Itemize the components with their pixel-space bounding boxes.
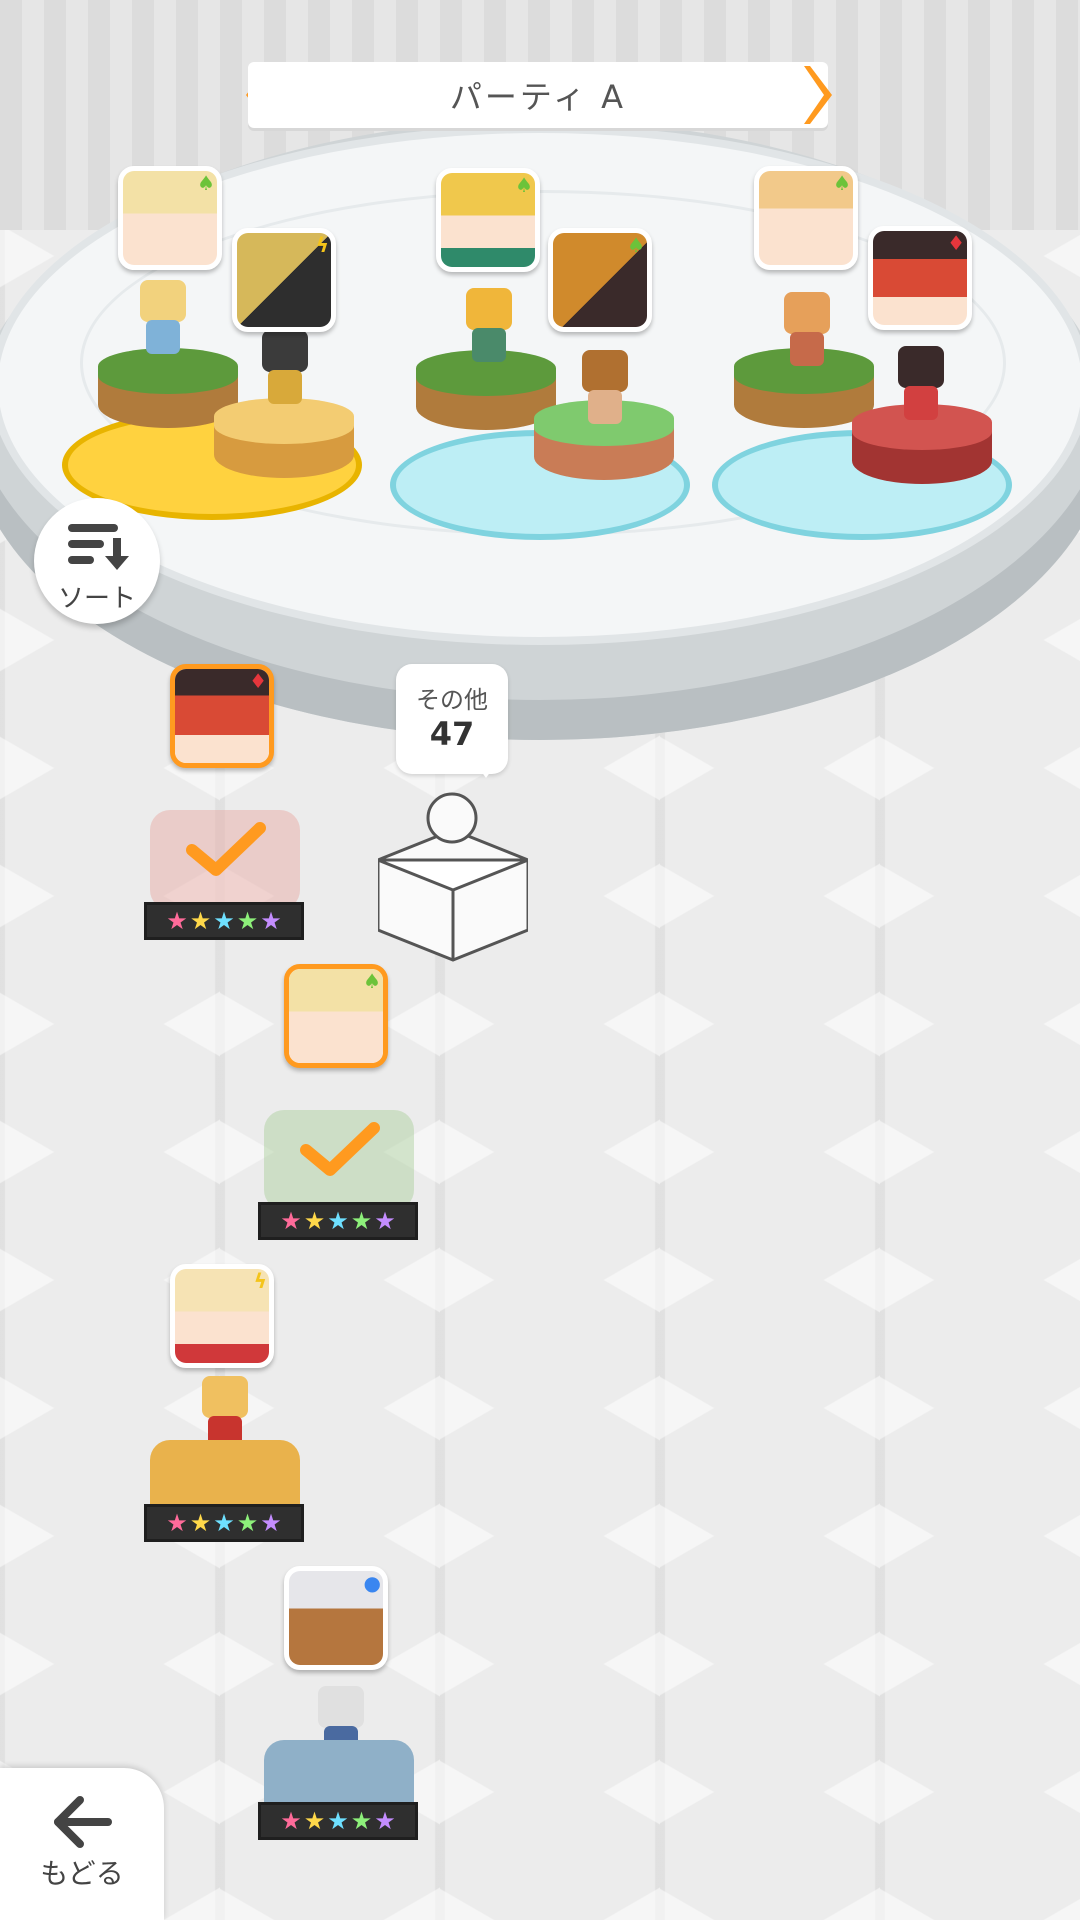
wind-element-icon: ♠ <box>197 171 215 195</box>
wind-element-icon: ♠ <box>515 173 533 197</box>
empty-character-slot[interactable] <box>378 790 528 970</box>
sort-icon <box>68 524 129 570</box>
party-slot-3-sprite-b[interactable] <box>886 346 956 426</box>
back-label: もどる <box>40 1857 124 1890</box>
roster-2-portrait[interactable]: ♠ <box>284 964 388 1068</box>
roster-1-tile[interactable] <box>150 790 300 910</box>
roster-3-stars: ★ ★ ★ ★ ★ <box>144 1504 304 1542</box>
water-element-icon: ● <box>363 1571 381 1595</box>
fire-element-icon: ♦ <box>249 669 267 693</box>
back-arrow-icon <box>54 1796 112 1848</box>
party-title: パーティ A <box>449 78 627 116</box>
others-count: 47 <box>429 715 475 753</box>
thunder-element-icon: ϟ <box>315 233 329 257</box>
check-icon <box>186 822 266 876</box>
others-label: その他 <box>416 686 488 714</box>
roster-1-stars: ★ ★ ★ ★ ★ <box>144 902 304 940</box>
party-slot-1-portrait-b[interactable]: ϟ <box>232 228 336 332</box>
roster-4-portrait[interactable]: ● <box>284 1566 388 1670</box>
roster-4-stars: ★ ★ ★ ★ ★ <box>258 1802 418 1840</box>
party-slot-2-portrait-b[interactable]: ♠ <box>548 228 652 332</box>
party-slot-3-portrait-a[interactable]: ♠ <box>754 166 858 270</box>
roster-1-portrait[interactable]: ♦ <box>170 664 274 768</box>
party-selector[interactable]: パーティ A <box>248 62 828 128</box>
wind-element-icon: ♠ <box>833 171 851 195</box>
roster-3-portrait[interactable]: ϟ <box>170 1264 274 1368</box>
party-slot-1-portrait-a[interactable]: ♠ <box>118 166 222 270</box>
sort-label: ソート <box>57 584 136 614</box>
fire-element-icon: ♦ <box>947 231 965 255</box>
party-slot-1-block-front <box>214 398 354 478</box>
roster-2-stars: ★ ★ ★ ★ ★ <box>258 1202 418 1240</box>
party-slot-2-sprite-a[interactable] <box>454 288 524 368</box>
roster-2-tile[interactable] <box>264 1090 414 1210</box>
party-slot-1-sprite-a[interactable] <box>128 280 198 360</box>
party-slot-2-portrait-a[interactable]: ♠ <box>436 168 540 272</box>
party-slot-3-portrait-b[interactable]: ♦ <box>868 226 972 330</box>
thunder-element-icon: ϟ <box>253 1269 267 1293</box>
sort-button[interactable]: ソート <box>34 498 160 624</box>
others-counter: その他 47 <box>396 664 508 778</box>
back-button[interactable]: もどる <box>0 1768 164 1920</box>
check-icon <box>300 1122 380 1176</box>
next-party-arrow-icon[interactable] <box>802 62 840 128</box>
party-slot-1-sprite-b[interactable] <box>250 330 320 410</box>
party-slot-2-sprite-b[interactable] <box>570 350 640 430</box>
party-slot-3-sprite-a[interactable] <box>772 292 842 372</box>
wind-element-icon: ♠ <box>627 233 645 257</box>
wind-element-icon: ♠ <box>363 969 381 993</box>
